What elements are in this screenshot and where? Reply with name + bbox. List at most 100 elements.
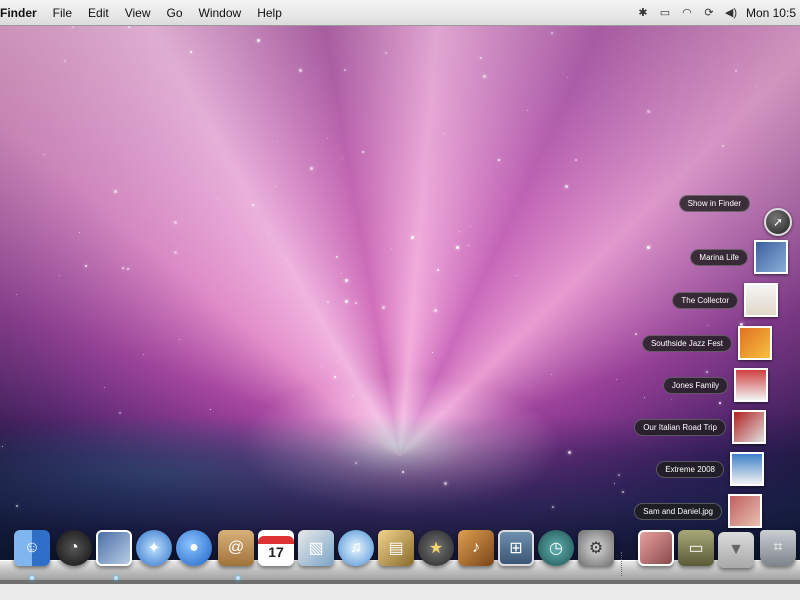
- star: [327, 138, 328, 139]
- star: [385, 52, 387, 54]
- menu-file[interactable]: File: [45, 0, 80, 26]
- sync-icon[interactable]: ⟳: [702, 7, 716, 19]
- garageband-icon[interactable]: ♪: [458, 530, 494, 566]
- star: [344, 69, 346, 71]
- stack-item-southside-jazz-fest[interactable]: Southside Jazz Fest: [641, 326, 772, 360]
- safari-icon[interactable]: ✦: [136, 530, 172, 566]
- star: [355, 302, 357, 304]
- star: [735, 70, 737, 72]
- star: [516, 275, 517, 276]
- star: [44, 154, 45, 155]
- dock-reflection-area: [0, 584, 800, 600]
- volume-icon[interactable]: ◀): [724, 7, 738, 19]
- star: [635, 333, 637, 335]
- star: [644, 397, 645, 398]
- star: [16, 294, 17, 295]
- stack-item-our-italian-road-trip[interactable]: Our Italian Road Trip: [634, 410, 766, 444]
- star: [345, 279, 348, 282]
- menu-window[interactable]: Window: [191, 0, 250, 26]
- photo-thumbnail: [728, 494, 762, 528]
- wifi-icon[interactable]: ◠: [680, 7, 694, 19]
- star: [719, 402, 721, 404]
- stack-show-in-finder[interactable]: Show in Finder: [678, 195, 756, 212]
- address-book-icon[interactable]: @: [218, 530, 254, 566]
- star: [341, 273, 342, 274]
- stack-show-in-finder-button[interactable]: ➚: [764, 208, 792, 236]
- star: [432, 352, 433, 353]
- star: [527, 110, 528, 111]
- dock: ☺ ◔ ✦ ● @ 17 ▧ ♫ ▤ ★ ♪ ⊞ ◷ ⚙ ▭ ▼ ⌗: [0, 530, 800, 572]
- imovie-icon[interactable]: ★: [418, 530, 454, 566]
- star: [567, 77, 568, 78]
- star: [647, 110, 650, 113]
- star: [345, 300, 348, 303]
- star: [444, 482, 447, 485]
- system-preferences-icon[interactable]: ⚙: [578, 530, 614, 566]
- star: [444, 133, 445, 134]
- stack-item-sam-and-daniel[interactable]: Sam and Daniel.jpg: [634, 494, 762, 528]
- photos-stack-icon[interactable]: [638, 530, 674, 566]
- menu-edit[interactable]: Edit: [80, 0, 117, 26]
- menu-bar: Finder File Edit View Go Window Help ✱ ▭…: [0, 0, 800, 26]
- stack-item-label: Extreme 2008: [656, 460, 724, 478]
- iphoto-icon[interactable]: ▧: [298, 530, 334, 566]
- ical-icon[interactable]: 17: [258, 530, 294, 566]
- photo-thumbnail: [738, 326, 772, 360]
- star: [321, 366, 322, 367]
- star: [551, 32, 553, 34]
- menu-view[interactable]: View: [117, 0, 159, 26]
- star: [352, 395, 353, 396]
- display-icon[interactable]: ▭: [658, 7, 672, 19]
- trash-icon[interactable]: ⌗: [760, 530, 796, 566]
- star: [551, 374, 552, 375]
- star: [275, 186, 276, 187]
- star: [104, 387, 105, 388]
- star: [190, 51, 192, 53]
- stack-item-marina-life[interactable]: Marina Life: [690, 240, 788, 274]
- star: [179, 339, 180, 340]
- star: [2, 446, 3, 447]
- stack-show-in-finder-label: Show in Finder: [678, 195, 750, 212]
- star: [122, 267, 124, 269]
- star: [437, 269, 439, 271]
- star: [411, 236, 414, 239]
- star: [565, 185, 568, 188]
- star: [210, 409, 211, 410]
- finder-icon[interactable]: ☺: [14, 530, 50, 566]
- star: [310, 167, 313, 170]
- star: [334, 376, 336, 378]
- menu-app-finder[interactable]: Finder: [0, 0, 45, 26]
- spaces-icon[interactable]: ⊞: [498, 530, 534, 566]
- menu-clock[interactable]: Mon 10:5: [746, 6, 796, 20]
- downloads-stack-icon[interactable]: ▼: [718, 532, 754, 568]
- star: [568, 451, 571, 454]
- dashboard-icon[interactable]: ◔: [56, 530, 92, 566]
- menu-go[interactable]: Go: [159, 0, 191, 26]
- document-thumbnail: [734, 368, 768, 402]
- star: [59, 275, 60, 276]
- star: [362, 151, 364, 153]
- calendar-header: [258, 536, 294, 544]
- star: [16, 505, 18, 507]
- front-row-icon[interactable]: ▤: [378, 530, 414, 566]
- photo-thumbnail: [754, 240, 788, 274]
- stack-item-the-collector[interactable]: The Collector: [672, 283, 778, 317]
- preview-icon[interactable]: [96, 530, 132, 566]
- stack-item-label: Jones Family: [662, 376, 728, 394]
- stack-item-extreme-2008[interactable]: Extreme 2008: [656, 452, 764, 486]
- star: [217, 198, 218, 199]
- stack-item-label: The Collector: [672, 291, 738, 309]
- star: [459, 231, 460, 232]
- ichat-icon[interactable]: ●: [176, 530, 212, 566]
- menu-help[interactable]: Help: [249, 0, 290, 26]
- documents-stack-icon[interactable]: ▭: [678, 530, 714, 566]
- star: [647, 246, 650, 249]
- time-machine-icon[interactable]: ◷: [538, 530, 574, 566]
- star: [470, 226, 471, 227]
- star: [575, 159, 577, 161]
- bluetooth-icon[interactable]: ✱: [636, 7, 650, 19]
- stack-item-jones-family[interactable]: Jones Family: [662, 368, 768, 402]
- star: [85, 265, 87, 267]
- star: [342, 158, 343, 159]
- itunes-icon[interactable]: ♫: [338, 530, 374, 566]
